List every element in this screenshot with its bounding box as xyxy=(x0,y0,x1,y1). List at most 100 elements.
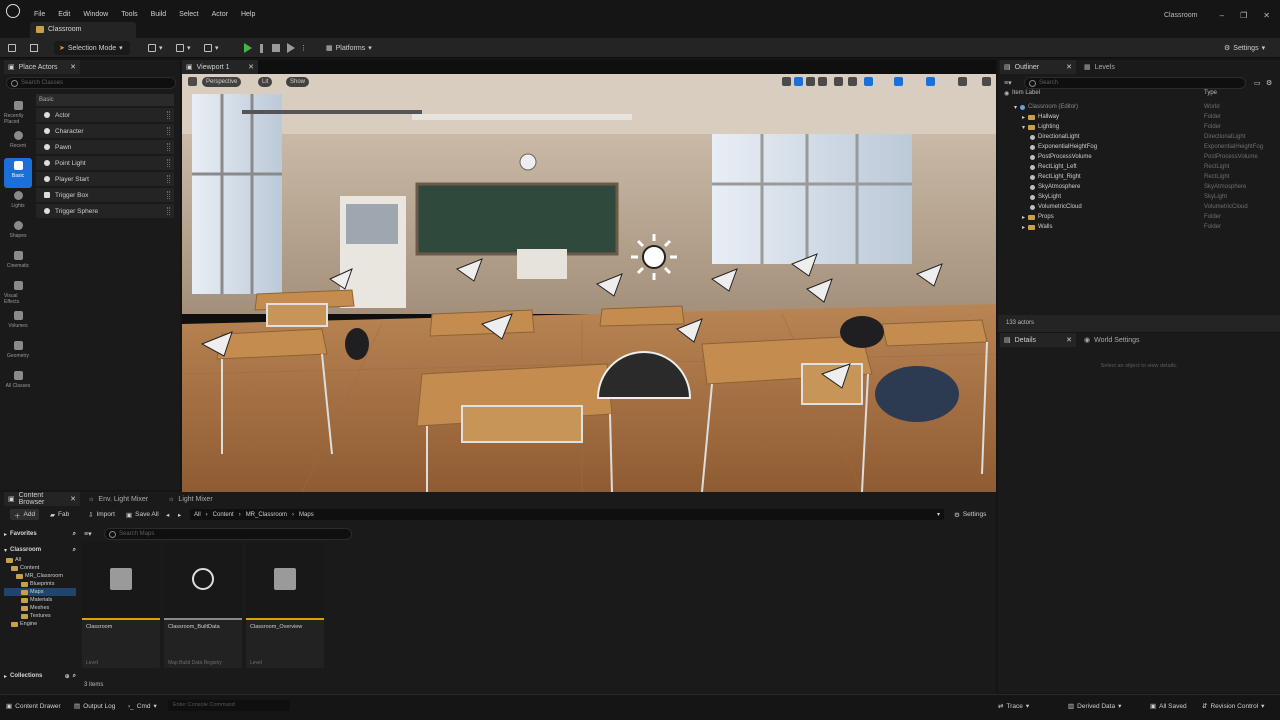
blueprint-icon[interactable]: ▾ xyxy=(176,42,191,54)
actor-item-pawn[interactable]: Pawn xyxy=(36,140,174,154)
rotate-icon[interactable] xyxy=(806,77,815,86)
category-all-classes[interactable]: All Classes xyxy=(4,368,32,398)
outliner-row[interactable]: SkyAtmosphere SkyAtmosphere xyxy=(998,182,1280,192)
search-icon[interactable]: ⌕ xyxy=(73,547,76,554)
search-icon[interactable]: ⌕ xyxy=(73,673,76,680)
column-type[interactable]: Type xyxy=(1204,90,1217,96)
category-basic[interactable]: Basic xyxy=(4,158,32,188)
breadcrumb-content[interactable]: Content xyxy=(213,512,234,518)
menu-tools[interactable]: Tools xyxy=(121,11,137,18)
menu-help[interactable]: Help xyxy=(241,11,255,18)
asset-tile-classroom-overview[interactable]: Classroom_Overview Level xyxy=(246,542,324,668)
viewport-menu-icon[interactable] xyxy=(188,77,197,86)
actor-item-player-start[interactable]: Player Start xyxy=(36,172,174,186)
select-mode-icon[interactable] xyxy=(782,77,791,86)
rotation-snap-icon[interactable] xyxy=(894,77,903,86)
drag-handle-icon[interactable] xyxy=(167,143,170,151)
content-settings-button[interactable]: ⚙ Settings xyxy=(950,509,990,520)
cmd-dropdown[interactable]: ›_ Cmd ▾ xyxy=(128,700,157,712)
menu-file[interactable]: File xyxy=(34,11,45,18)
expand-arrow-icon[interactable]: ▸ xyxy=(1022,214,1025,221)
breadcrumb-maps[interactable]: Maps xyxy=(299,512,314,518)
level-tab[interactable]: Classroom xyxy=(30,22,136,38)
content-browser-tab[interactable]: ▣ Content Browser ✕ xyxy=(4,492,80,506)
breadcrumb-mr-classroom[interactable]: MR_Classroom xyxy=(246,512,287,518)
fab-button[interactable]: ▰ Fab xyxy=(46,509,73,520)
category-recently-placed[interactable]: Recently Placed xyxy=(4,98,32,128)
expand-arrow-icon[interactable]: ▾ xyxy=(1022,124,1025,131)
import-button[interactable]: ⇩ Import xyxy=(84,509,119,520)
expand-arrow-icon[interactable]: ▾ xyxy=(1014,104,1017,111)
settings-button[interactable]: ⚙ Settings ▾ xyxy=(1224,42,1265,54)
category-geometry[interactable]: Geometry xyxy=(4,338,32,368)
outliner-row[interactable]: DirectionalLight DirectionalLight xyxy=(998,132,1280,142)
drag-handle-icon[interactable] xyxy=(167,111,170,119)
menu-edit[interactable]: Edit xyxy=(58,11,70,18)
close-icon[interactable]: ✕ xyxy=(1066,63,1072,71)
perspective-button[interactable]: Perspective xyxy=(202,77,242,87)
close-icon[interactable]: ✕ xyxy=(248,63,254,71)
actor-item-trigger-box[interactable]: Trigger Box xyxy=(36,188,174,202)
details-tab[interactable]: ▤ Details ✕ xyxy=(1000,333,1076,347)
outliner-row[interactable]: ▸ Props Folder xyxy=(998,212,1280,222)
search-icon[interactable]: ⌕ xyxy=(73,531,76,538)
folder-tree-item[interactable]: Content xyxy=(4,564,76,572)
eject-button[interactable] xyxy=(287,42,295,54)
folder-tree-item[interactable]: MR_Classroom xyxy=(4,572,76,580)
surface-snap-icon[interactable] xyxy=(848,77,857,86)
outliner-row[interactable]: RectLight_Left RectLight xyxy=(998,162,1280,172)
outliner-row[interactable]: ▾ Lighting Folder xyxy=(998,122,1280,132)
drag-handle-icon[interactable] xyxy=(167,127,170,135)
folder-tree-item[interactable]: Maps xyxy=(4,588,76,596)
drag-handle-icon[interactable] xyxy=(167,159,170,167)
outliner-row[interactable]: PostProcessVolume PostProcessVolume xyxy=(998,152,1280,162)
show-button[interactable]: Show xyxy=(286,77,310,87)
step-button[interactable] xyxy=(260,42,263,54)
folder-tree-item[interactable]: Materials xyxy=(4,596,76,604)
asset-tile-classroom-builtdata[interactable]: Classroom_BuiltData Map Build Data Regis… xyxy=(164,542,242,668)
history-forward-icon[interactable]: ▸ xyxy=(174,509,185,520)
content-icon[interactable] xyxy=(30,42,38,54)
place-actors-tab[interactable]: ▣ Place Actors ✕ xyxy=(4,60,80,74)
category-recent[interactable]: Recent xyxy=(4,128,32,158)
outliner-row[interactable]: ExponentialHeightFog ExponentialHeightFog xyxy=(998,142,1280,152)
world-space-icon[interactable] xyxy=(834,77,843,86)
category-cinematic[interactable]: Cinematic xyxy=(4,248,32,278)
play-options-icon[interactable]: ⋮ xyxy=(300,42,307,54)
actor-item-character[interactable]: Character xyxy=(36,124,174,138)
add-collection-icon[interactable]: ⊕ xyxy=(65,673,70,680)
content-drawer-button[interactable]: ▣ Content Drawer xyxy=(6,700,61,712)
close-icon[interactable]: ✕ xyxy=(1263,11,1270,20)
grid-snap-icon[interactable] xyxy=(864,77,873,86)
revision-control-button[interactable]: ⇵ Revision Control ▾ xyxy=(1202,700,1264,712)
outliner-row[interactable]: ▾ Classroom (Editor) World xyxy=(998,102,1280,112)
drag-handle-icon[interactable] xyxy=(167,175,170,183)
lit-button[interactable]: Lit xyxy=(258,77,273,87)
output-log-button[interactable]: ▤ Output Log xyxy=(74,700,115,712)
restore-icon[interactable]: ❐ xyxy=(1240,11,1247,20)
scale-icon[interactable] xyxy=(818,77,827,86)
folder-tree-item[interactable]: Engine xyxy=(4,620,76,628)
save-icon[interactable] xyxy=(8,42,16,54)
expand-arrow-icon[interactable]: ▸ xyxy=(1022,114,1025,121)
console-command-input[interactable]: Enter Console Command xyxy=(168,700,290,711)
outliner-tab[interactable]: ▤ Outliner ✕ xyxy=(1000,60,1076,74)
light-mixer-tab[interactable]: ☼ Light Mixer xyxy=(164,492,224,506)
scale-snap-icon[interactable] xyxy=(926,77,935,86)
drag-handle-icon[interactable] xyxy=(167,191,170,199)
actor-item-point-light[interactable]: Point Light xyxy=(36,156,174,170)
category-visual-effects[interactable]: Visual Effects xyxy=(4,278,32,308)
env-light-mixer-tab[interactable]: ☼ Env. Light Mixer xyxy=(84,492,160,506)
menu-select[interactable]: Select xyxy=(179,11,198,18)
close-icon[interactable]: ✕ xyxy=(1066,336,1072,344)
column-item-label[interactable]: Item Label xyxy=(1012,90,1040,96)
cinematics-icon[interactable]: ▾ xyxy=(204,42,219,54)
close-icon[interactable]: ✕ xyxy=(70,495,76,503)
classroom-root[interactable]: ▾ Classroom ⌕ xyxy=(4,544,76,556)
translate-icon[interactable] xyxy=(794,77,803,86)
category-shapes[interactable]: Shapes xyxy=(4,218,32,248)
platforms-dropdown[interactable]: ▦ Platforms ▾ xyxy=(326,42,372,54)
folder-tree-item[interactable]: Blueprints xyxy=(4,580,76,588)
outliner-row[interactable]: ▸ Walls Folder xyxy=(998,222,1280,232)
add-actor-icon[interactable]: ▾ xyxy=(148,42,163,54)
